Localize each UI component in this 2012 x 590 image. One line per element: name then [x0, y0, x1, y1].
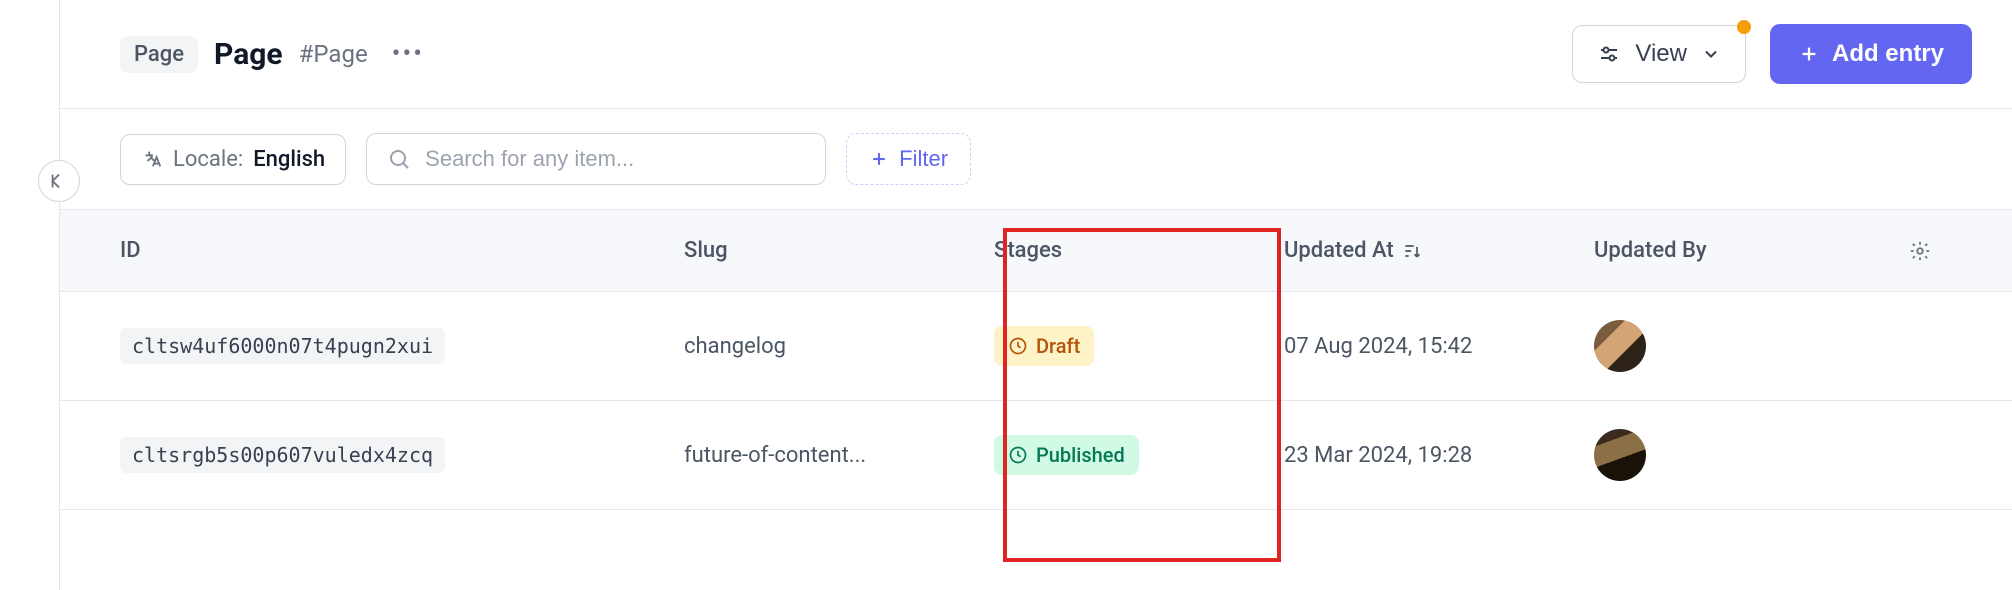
add-entry-button[interactable]: Add entry: [1770, 24, 1972, 84]
search-field[interactable]: [366, 133, 826, 185]
table-row[interactable]: cltsrgb5s00p607vuledx4zcq future-of-cont…: [60, 401, 2012, 510]
more-menu-icon[interactable]: •••: [392, 39, 424, 69]
entry-id: cltsw4uf6000n07t4pugn2xui: [120, 328, 445, 364]
clock-icon: [1008, 445, 1028, 465]
collapse-sidebar-button[interactable]: [38, 160, 80, 202]
avatar[interactable]: [1594, 429, 1646, 481]
search-input[interactable]: [425, 146, 805, 172]
column-slug[interactable]: Slug: [660, 210, 970, 291]
column-updated-at[interactable]: Updated At: [1260, 210, 1570, 291]
avatar[interactable]: [1594, 320, 1646, 372]
header-bar: Page Page #Page ••• View Add entry: [60, 0, 2012, 109]
plus-icon: [869, 149, 889, 169]
filter-label: Filter: [899, 146, 948, 172]
entry-slug: future-of-content...: [660, 401, 970, 509]
stage-badge-published: Published: [994, 435, 1139, 475]
plus-icon: [1798, 43, 1820, 65]
page-hash: #Page: [299, 40, 368, 68]
column-settings[interactable]: [1890, 210, 1950, 291]
model-pill[interactable]: Page: [120, 36, 198, 73]
entries-table: ID Slug Stages Updated At Updated By clt…: [60, 209, 2012, 590]
sort-icon: [1402, 241, 1422, 261]
locale-value: English: [253, 147, 325, 172]
search-icon: [387, 147, 411, 171]
locale-selector[interactable]: Locale: English: [120, 134, 346, 185]
filter-bar: Locale: English Filter: [60, 109, 2012, 209]
column-stages[interactable]: Stages: [970, 210, 1260, 291]
stage-label: Published: [1036, 443, 1125, 467]
table-row[interactable]: cltsw4uf6000n07t4pugn2xui changelog Draf…: [60, 292, 2012, 401]
column-updated-at-label: Updated At: [1284, 238, 1394, 263]
add-filter-button[interactable]: Filter: [846, 133, 971, 185]
table-header: ID Slug Stages Updated At Updated By: [60, 209, 2012, 292]
stage-label: Draft: [1036, 334, 1080, 358]
locale-label: Locale:: [173, 147, 243, 172]
add-entry-label: Add entry: [1832, 40, 1944, 68]
collapse-icon: [48, 170, 70, 192]
page-title: Page: [214, 37, 283, 72]
gear-icon: [1909, 240, 1931, 262]
chevron-down-icon: [1701, 44, 1721, 64]
sliders-icon: [1597, 42, 1621, 66]
sidebar-rail: [0, 0, 60, 590]
translate-icon: [141, 148, 163, 170]
view-button[interactable]: View: [1572, 25, 1746, 83]
stage-badge-draft: Draft: [994, 326, 1094, 366]
view-indicator-dot: [1737, 20, 1751, 34]
entry-updated-at: 23 Mar 2024, 19:28: [1260, 401, 1570, 509]
view-label: View: [1635, 40, 1687, 68]
clock-icon: [1008, 336, 1028, 356]
column-updated-by[interactable]: Updated By: [1570, 210, 1890, 291]
column-id[interactable]: ID: [60, 210, 660, 291]
entry-updated-at: 07 Aug 2024, 15:42: [1260, 292, 1570, 400]
entry-id: cltsrgb5s00p607vuledx4zcq: [120, 437, 445, 473]
entry-slug: changelog: [660, 292, 970, 400]
